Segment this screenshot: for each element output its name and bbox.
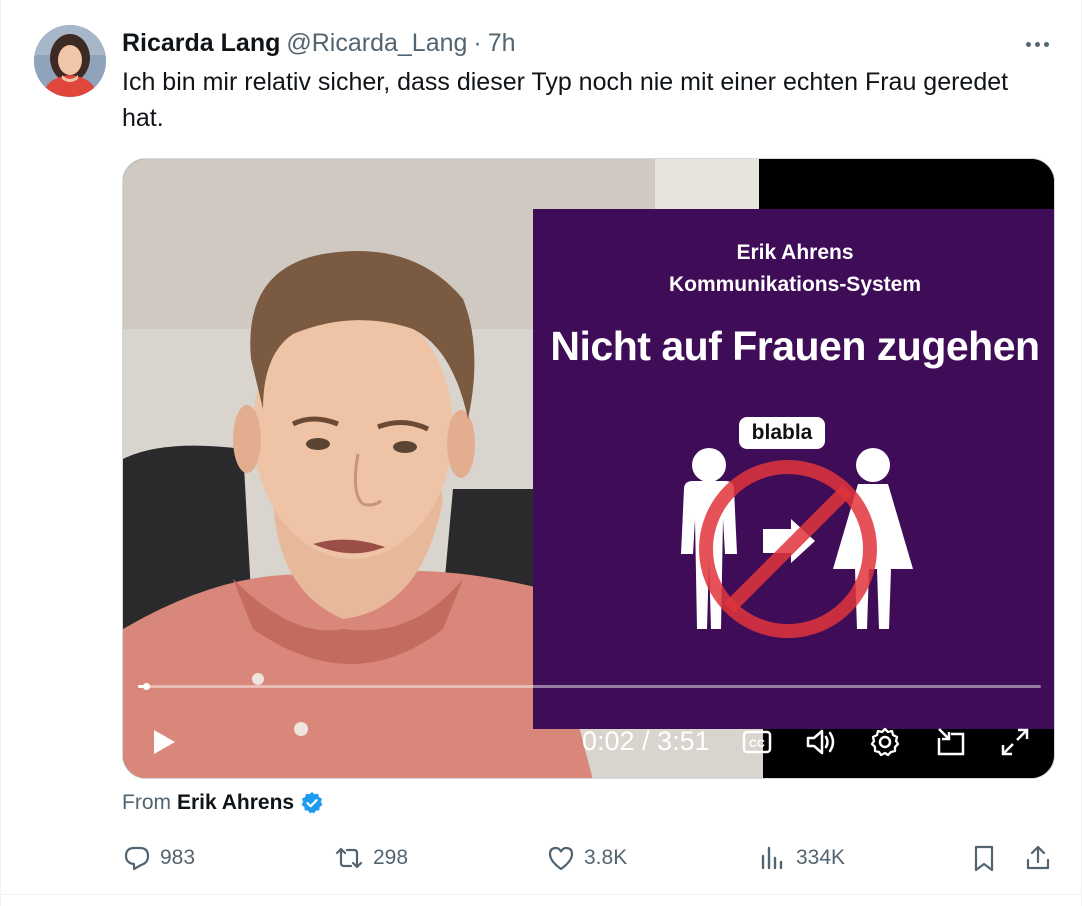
divider xyxy=(1,894,1081,895)
picture-in-picture-icon xyxy=(937,728,965,756)
overlay-name: Erik Ahrens xyxy=(736,241,854,264)
closed-captions-icon: CC xyxy=(742,730,772,754)
video-attribution: From Erik Ahrens xyxy=(122,789,324,817)
share-icon xyxy=(1023,843,1053,873)
separator-dot: · xyxy=(473,28,482,57)
fullscreen-icon xyxy=(1001,728,1029,756)
views-count: 334K xyxy=(796,846,846,869)
overlay-system: Kommunikations-System xyxy=(668,273,922,296)
tweet-card[interactable]: Ricarda Lang @Ricarda_Lang · 7h Ich bin … xyxy=(0,0,1082,906)
volume-button[interactable] xyxy=(802,723,840,761)
repost-icon xyxy=(333,843,365,873)
video-player[interactable]: Erik Ahrens Kommunikations-System Nicht … xyxy=(122,158,1055,779)
repost-count: 298 xyxy=(373,846,409,869)
play-button[interactable] xyxy=(144,723,182,761)
share-button[interactable] xyxy=(1023,840,1061,876)
volume-icon xyxy=(806,729,835,755)
author-display-name[interactable]: Ricarda Lang xyxy=(122,29,280,58)
video-time: 0:02 / 3:51 xyxy=(582,726,710,756)
repost-button[interactable]: 298 xyxy=(333,840,408,876)
bookmark-icon xyxy=(969,843,999,873)
reply-button[interactable]: 983 xyxy=(122,840,195,876)
bookmark-button[interactable] xyxy=(969,840,1007,876)
heart-icon xyxy=(546,843,576,873)
more-options-button[interactable] xyxy=(1017,30,1057,58)
like-button[interactable]: 3.8K xyxy=(546,840,627,876)
avatar-image xyxy=(34,25,106,97)
fullscreen-button[interactable] xyxy=(996,723,1034,761)
reply-icon xyxy=(122,843,152,873)
post-time[interactable]: 7h xyxy=(488,29,516,58)
like-count: 3.8K xyxy=(584,846,628,869)
verified-badge-icon xyxy=(300,791,324,815)
attribution-name[interactable]: Erik Ahrens xyxy=(177,791,294,815)
views-button[interactable]: 334K xyxy=(758,840,845,876)
avatar[interactable] xyxy=(34,25,106,97)
captions-button[interactable]: CC xyxy=(738,723,776,761)
video-progress-bar[interactable] xyxy=(138,683,1041,690)
author-handle[interactable]: @Ricarda_Lang xyxy=(286,29,467,58)
attribution-prefix: From xyxy=(122,791,171,814)
tweet-header: Ricarda Lang @Ricarda_Lang · 7h xyxy=(122,27,516,59)
play-icon xyxy=(154,730,175,754)
picture-in-picture-button[interactable] xyxy=(932,723,970,761)
settings-button[interactable] xyxy=(866,723,904,761)
more-horizontal-icon xyxy=(1025,41,1031,47)
overlay-title: Nicht auf Frauen zugehen xyxy=(550,323,1040,369)
views-icon xyxy=(758,843,788,873)
svg-text:CC: CC xyxy=(749,738,765,750)
gear-icon xyxy=(870,727,900,757)
reply-count: 983 xyxy=(160,846,196,869)
tweet-text: Ich bin mir relativ sicher, dass dieser … xyxy=(122,68,1009,132)
speech-bubble: blabla xyxy=(739,417,825,449)
